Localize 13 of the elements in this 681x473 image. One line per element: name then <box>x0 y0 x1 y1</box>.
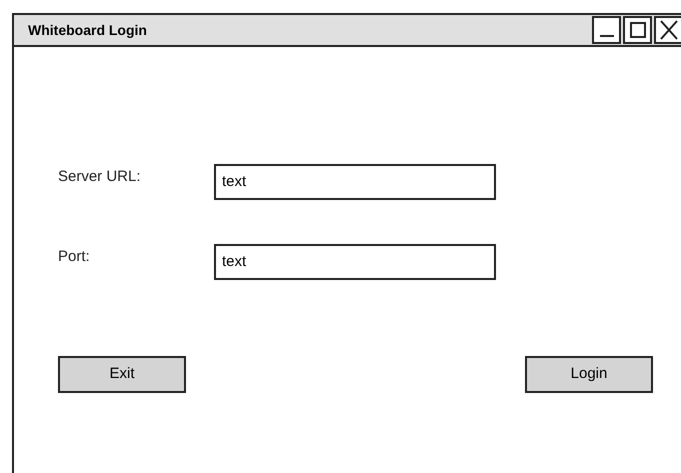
text-field[interactable]: text <box>214 164 496 200</box>
minimize-button[interactable] <box>592 16 621 44</box>
field-label: Server URL: <box>58 166 142 187</box>
text-field[interactable]: text <box>214 244 496 280</box>
close-icon <box>660 20 678 40</box>
maximize-button[interactable] <box>623 16 652 44</box>
close-button[interactable] <box>654 16 681 44</box>
exit-button[interactable]: Exit <box>58 356 186 393</box>
field-label: Port: <box>58 246 91 267</box>
minimize-icon <box>600 35 614 37</box>
window-title: Whiteboard Login <box>28 20 147 40</box>
maximize-icon <box>630 22 646 38</box>
login-button[interactable]: Login <box>525 356 653 393</box>
